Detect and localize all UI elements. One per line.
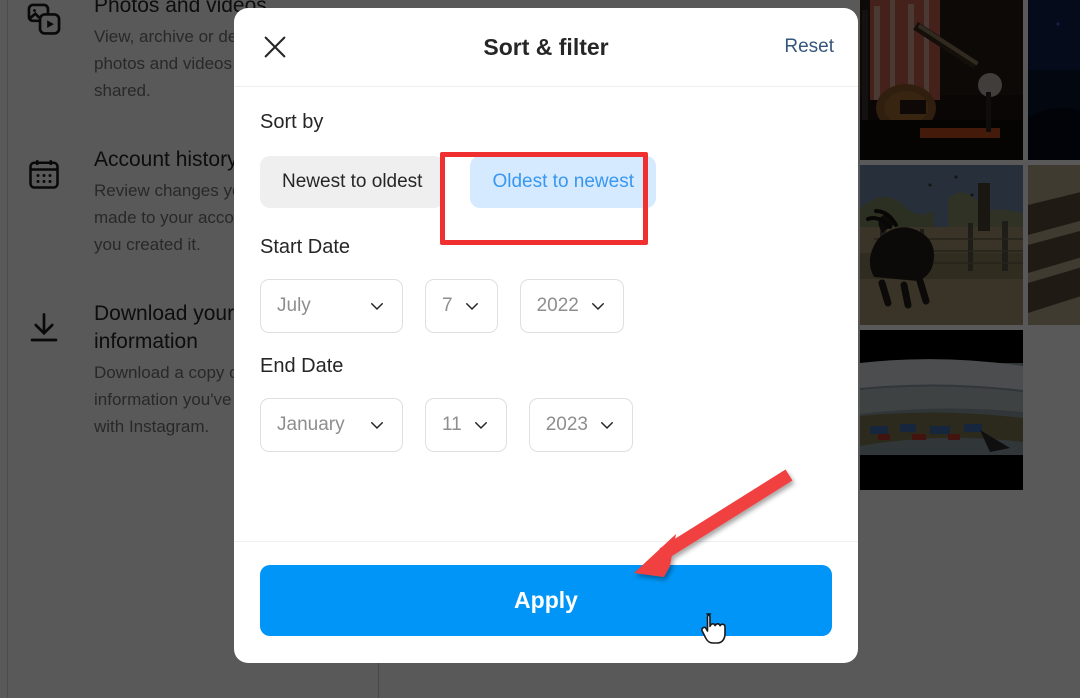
- end-date-year-select[interactable]: 2023: [528, 398, 634, 452]
- modal-header: Sort & filter Reset: [234, 8, 858, 87]
- sort-by-section: Sort by Newest to oldest Oldest to newes…: [260, 111, 832, 208]
- start-date-day-value: 7: [442, 295, 453, 316]
- start-date-year-select[interactable]: 2022: [519, 279, 624, 333]
- end-date-month-value: January: [277, 414, 345, 435]
- end-date-day-select[interactable]: 11: [425, 398, 507, 452]
- start-date-selects: July 7 2022: [260, 279, 832, 333]
- sort-by-label: Sort by: [260, 111, 324, 133]
- start-date-section: Start Date July 7 2022: [260, 236, 832, 333]
- sort-and-filter-modal: Sort & filter Reset Sort by Newest to ol…: [234, 8, 858, 663]
- end-date-selects: January 11 2023: [260, 398, 832, 452]
- end-date-day-value: 11: [442, 414, 462, 435]
- sort-option-oldest-to-newest[interactable]: Oldest to newest: [470, 156, 656, 208]
- start-date-month-select[interactable]: July: [260, 279, 403, 333]
- end-date-section: End Date January 11 2023: [260, 355, 832, 452]
- chevron-down-icon: [598, 416, 616, 434]
- sort-options-group: Newest to oldest Oldest to newest: [260, 156, 832, 208]
- start-date-day-select[interactable]: 7: [425, 279, 498, 333]
- close-icon[interactable]: [258, 30, 292, 64]
- modal-footer: Apply: [234, 541, 858, 663]
- apply-button[interactable]: Apply: [260, 565, 832, 636]
- chevron-down-icon: [589, 297, 607, 315]
- end-date-label: End Date: [260, 355, 344, 377]
- chevron-down-icon: [368, 416, 386, 434]
- sort-option-newest-to-oldest[interactable]: Newest to oldest: [260, 156, 445, 208]
- start-date-year-value: 2022: [536, 295, 579, 316]
- chevron-down-icon: [463, 297, 481, 315]
- reset-button[interactable]: Reset: [784, 36, 834, 58]
- start-date-month-value: July: [277, 295, 311, 316]
- modal-title: Sort & filter: [483, 33, 609, 60]
- modal-body: Sort by Newest to oldest Oldest to newes…: [234, 87, 858, 541]
- end-date-year-value: 2023: [545, 414, 589, 435]
- start-date-label: Start Date: [260, 236, 351, 258]
- chevron-down-icon: [472, 416, 490, 434]
- chevron-down-icon: [368, 297, 386, 315]
- end-date-month-select[interactable]: January: [260, 398, 403, 452]
